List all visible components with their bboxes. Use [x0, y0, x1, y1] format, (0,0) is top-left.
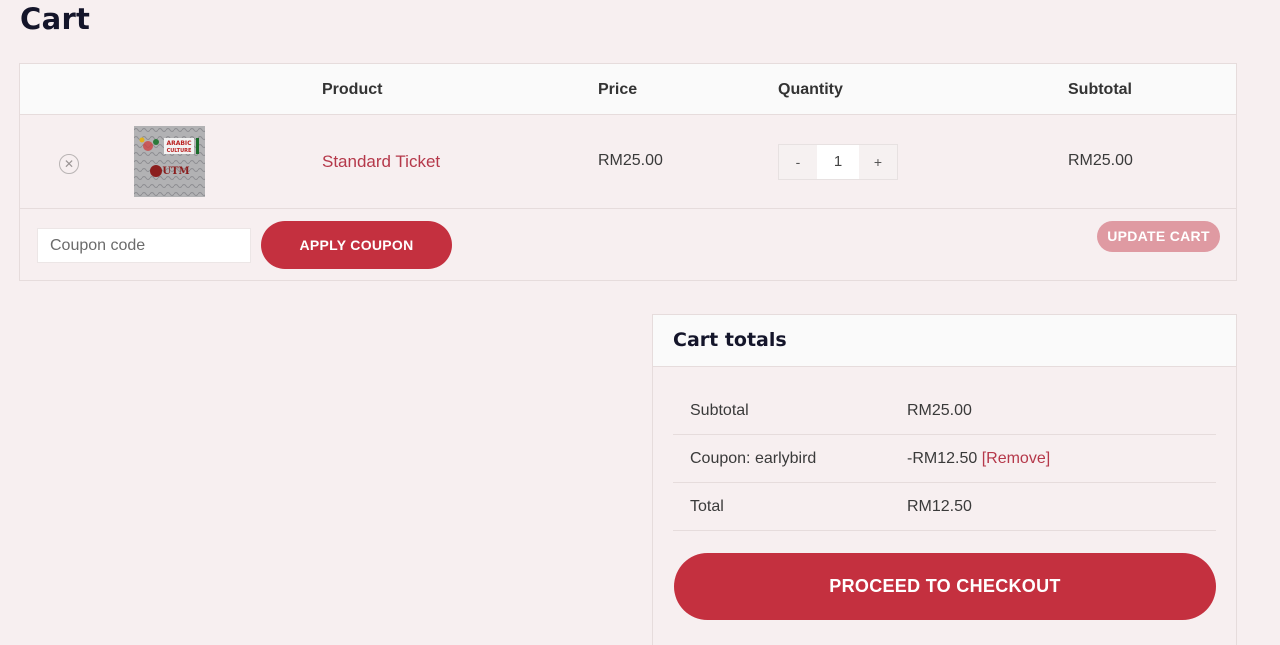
product-link[interactable]: Standard Ticket	[322, 152, 440, 172]
header-product: Product	[322, 81, 383, 98]
total-value: RM12.50	[907, 498, 972, 515]
update-cart-button[interactable]: UPDATE CART	[1097, 221, 1220, 252]
product-subtotal: RM25.00	[1068, 152, 1133, 169]
quantity-stepper: - 1 +	[778, 144, 898, 180]
coupon-value-group: -RM12.50 [Remove]	[907, 450, 1050, 468]
thumbnail-text-3: UTM	[162, 166, 189, 177]
coupon-code-input[interactable]: Coupon code	[37, 228, 251, 263]
quantity-input[interactable]: 1	[817, 145, 859, 179]
apply-coupon-button[interactable]: APPLY COUPON	[261, 221, 452, 269]
coupon-label: Coupon: earlybird	[690, 450, 817, 467]
cart-totals-panel: Cart totals Subtotal RM25.00 Coupon: ear…	[652, 314, 1237, 645]
ticket-image-icon: ARABIC CULTURE UTM	[134, 126, 205, 197]
product-price: RM25.00	[598, 152, 663, 169]
totals-row-total: Total RM12.50	[673, 483, 1216, 531]
cart-totals-title: Cart totals	[673, 329, 787, 351]
header-quantity: Quantity	[778, 81, 843, 98]
remove-item-button[interactable]: ✕	[59, 154, 79, 174]
product-thumbnail[interactable]: ARABIC CULTURE UTM	[134, 126, 205, 197]
proceed-to-checkout-button[interactable]: PROCEED TO CHECKOUT	[674, 553, 1216, 620]
totals-row-coupon: Coupon: earlybird -RM12.50 [Remove]	[673, 435, 1216, 483]
quantity-decrease-button[interactable]: -	[779, 145, 817, 179]
thumbnail-text-1: ARABIC	[166, 140, 192, 147]
close-circle-icon: ✕	[63, 157, 75, 171]
coupon-discount-value: -RM12.50	[907, 450, 978, 467]
subtotal-label: Subtotal	[690, 402, 749, 419]
total-label: Total	[690, 498, 724, 515]
header-subtotal: Subtotal	[1068, 81, 1132, 98]
quantity-increase-button[interactable]: +	[859, 145, 897, 179]
page-title: Cart	[20, 2, 91, 36]
header-price: Price	[598, 81, 638, 98]
table-row: ✕ ARABIC CULTURE UTM Standard Ticket RM2…	[20, 115, 1236, 209]
cart-table-header: Product Price Quantity Subtotal	[20, 64, 1236, 115]
cart-totals-header: Cart totals	[653, 315, 1236, 367]
thumbnail-text-2: CULTURE	[167, 148, 192, 154]
totals-row-subtotal: Subtotal RM25.00	[673, 387, 1216, 435]
subtotal-value: RM25.00	[907, 402, 972, 419]
remove-coupon-link[interactable]: [Remove]	[982, 450, 1050, 467]
cart-table: Product Price Quantity Subtotal ✕ ARABIC…	[19, 63, 1237, 281]
